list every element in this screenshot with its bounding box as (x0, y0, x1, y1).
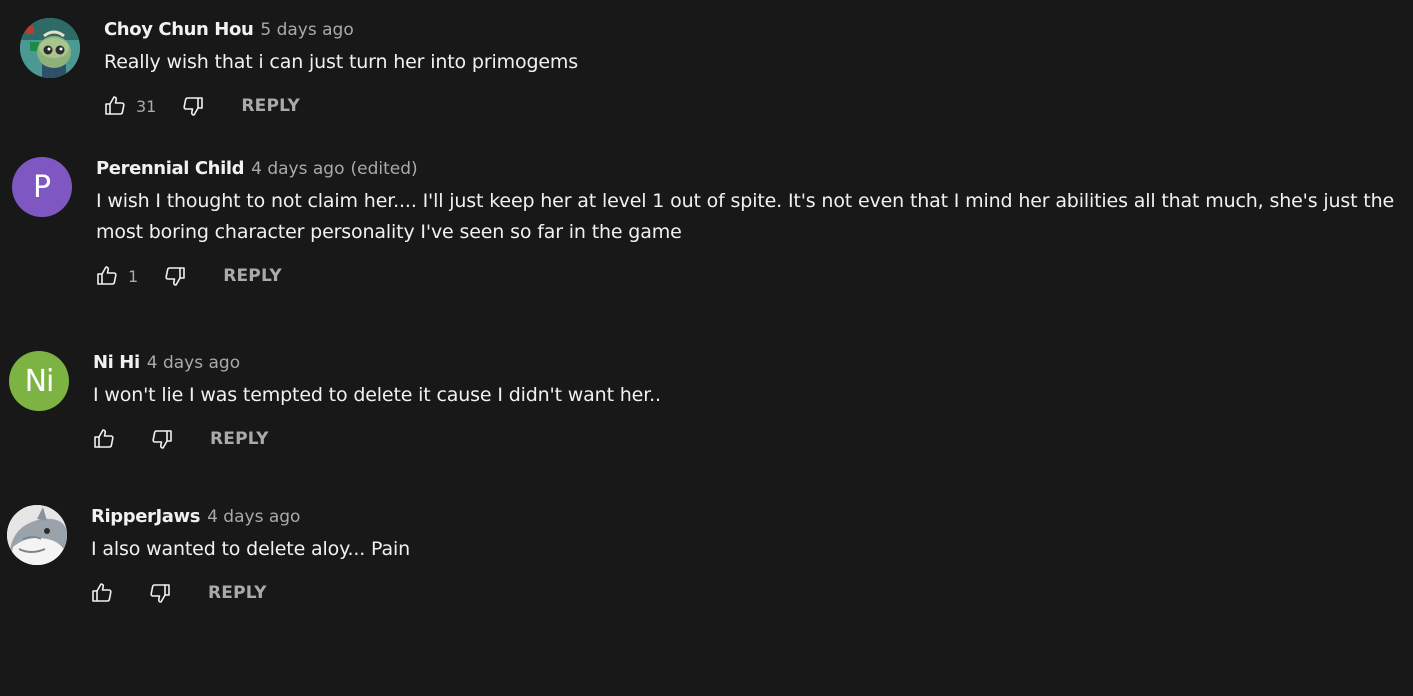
thumbs-down-icon (165, 267, 185, 286)
comment-actions: REPLY (91, 575, 410, 611)
author-name[interactable]: Choy Chun Hou (104, 18, 254, 42)
avatar-letter: Ni (24, 363, 55, 399)
author-name[interactable]: Perennial Child (96, 157, 245, 181)
comment-text: Really wish that i can just turn her int… (104, 47, 578, 78)
author-name[interactable]: Ni Hi (93, 351, 140, 375)
comment-timestamp[interactable]: 4 days ago (207, 505, 300, 529)
like-button[interactable] (102, 93, 128, 119)
avatar-letter: P (32, 169, 52, 205)
shark-avatar-icon (7, 505, 67, 565)
comment-thread: RipperJaws 4 days ago I also wanted to d… (7, 505, 410, 611)
comment-text: I wish I thought to not claim her.... I'… (96, 186, 1394, 248)
comment-thread: P Perennial Child 4 days ago (edited) I … (12, 157, 1394, 294)
comment-body: RipperJaws 4 days ago I also wanted to d… (91, 505, 410, 611)
dislike-button[interactable] (147, 580, 173, 606)
comment-actions: REPLY (93, 421, 661, 457)
comment-header: Ni Hi 4 days ago (93, 351, 661, 375)
comment-thread: Ni Ni Hi 4 days ago I won't lie I was te… (9, 351, 661, 457)
avatar[interactable]: Ni (9, 351, 69, 411)
thumbs-down-icon (152, 430, 172, 449)
reply-button[interactable]: REPLY (241, 96, 300, 116)
reply-button[interactable]: REPLY (210, 429, 269, 449)
like-button[interactable] (91, 426, 117, 452)
comment-text-line: I also wanted to delete aloy... Pain (91, 538, 411, 560)
edited-label: (edited) (350, 159, 418, 179)
comment-actions: 31 REPLY (104, 88, 578, 124)
dislike-button[interactable] (180, 93, 206, 119)
thumbs-down-icon (183, 97, 204, 116)
comment-thread: Choy Chun Hou 5 days ago Really wish tha… (20, 18, 578, 124)
reply-button[interactable]: REPLY (208, 583, 267, 603)
comment-timestamp[interactable]: 5 days ago (260, 18, 353, 42)
avatar[interactable] (7, 505, 67, 565)
comment-body: Perennial Child 4 days ago (edited) I wi… (96, 157, 1394, 294)
like-button[interactable] (94, 263, 120, 289)
avatar[interactable]: P (12, 157, 72, 217)
like-count: 31 (136, 96, 157, 116)
author-name[interactable]: RipperJaws (91, 505, 200, 529)
thumbs-up-icon (92, 583, 112, 602)
comment-header: RipperJaws 4 days ago (91, 505, 410, 529)
comment-text: I also wanted to delete aloy... Pain (91, 534, 410, 565)
thumbs-up-icon (94, 429, 114, 448)
comment-text-line: Really wish that i can just turn her int… (104, 51, 579, 73)
comment-text: I won't lie I was tempted to delete it c… (93, 380, 661, 411)
thumbs-up-icon (97, 266, 117, 285)
comment-text-line: I won't lie I was tempted to delete it c… (93, 384, 661, 406)
thumbs-up-icon (105, 96, 125, 115)
avatar[interactable] (20, 18, 80, 78)
thumbs-down-icon (150, 584, 170, 603)
character-avatar-icon (20, 18, 80, 78)
comment-body: Choy Chun Hou 5 days ago Really wish tha… (104, 18, 578, 124)
comment-actions: 1 REPLY (96, 258, 1394, 294)
reply-button[interactable]: REPLY (223, 266, 282, 286)
comment-header: Choy Chun Hou 5 days ago (104, 18, 578, 42)
comment-text-line: I wish I thought to not claim her.... I'… (96, 190, 1395, 212)
dislike-button[interactable] (162, 263, 188, 289)
dislike-button[interactable] (149, 426, 175, 452)
comment-text-line: most boring character personality I've s… (96, 221, 682, 243)
comment-timestamp[interactable]: 4 days ago (147, 351, 240, 375)
comment-timestamp[interactable]: 4 days ago (251, 157, 344, 181)
comment-body: Ni Hi 4 days ago I won't lie I was tempt… (93, 351, 661, 457)
like-button[interactable] (89, 580, 115, 606)
comment-header: Perennial Child 4 days ago (edited) (96, 157, 1394, 181)
like-count: 1 (128, 266, 139, 286)
